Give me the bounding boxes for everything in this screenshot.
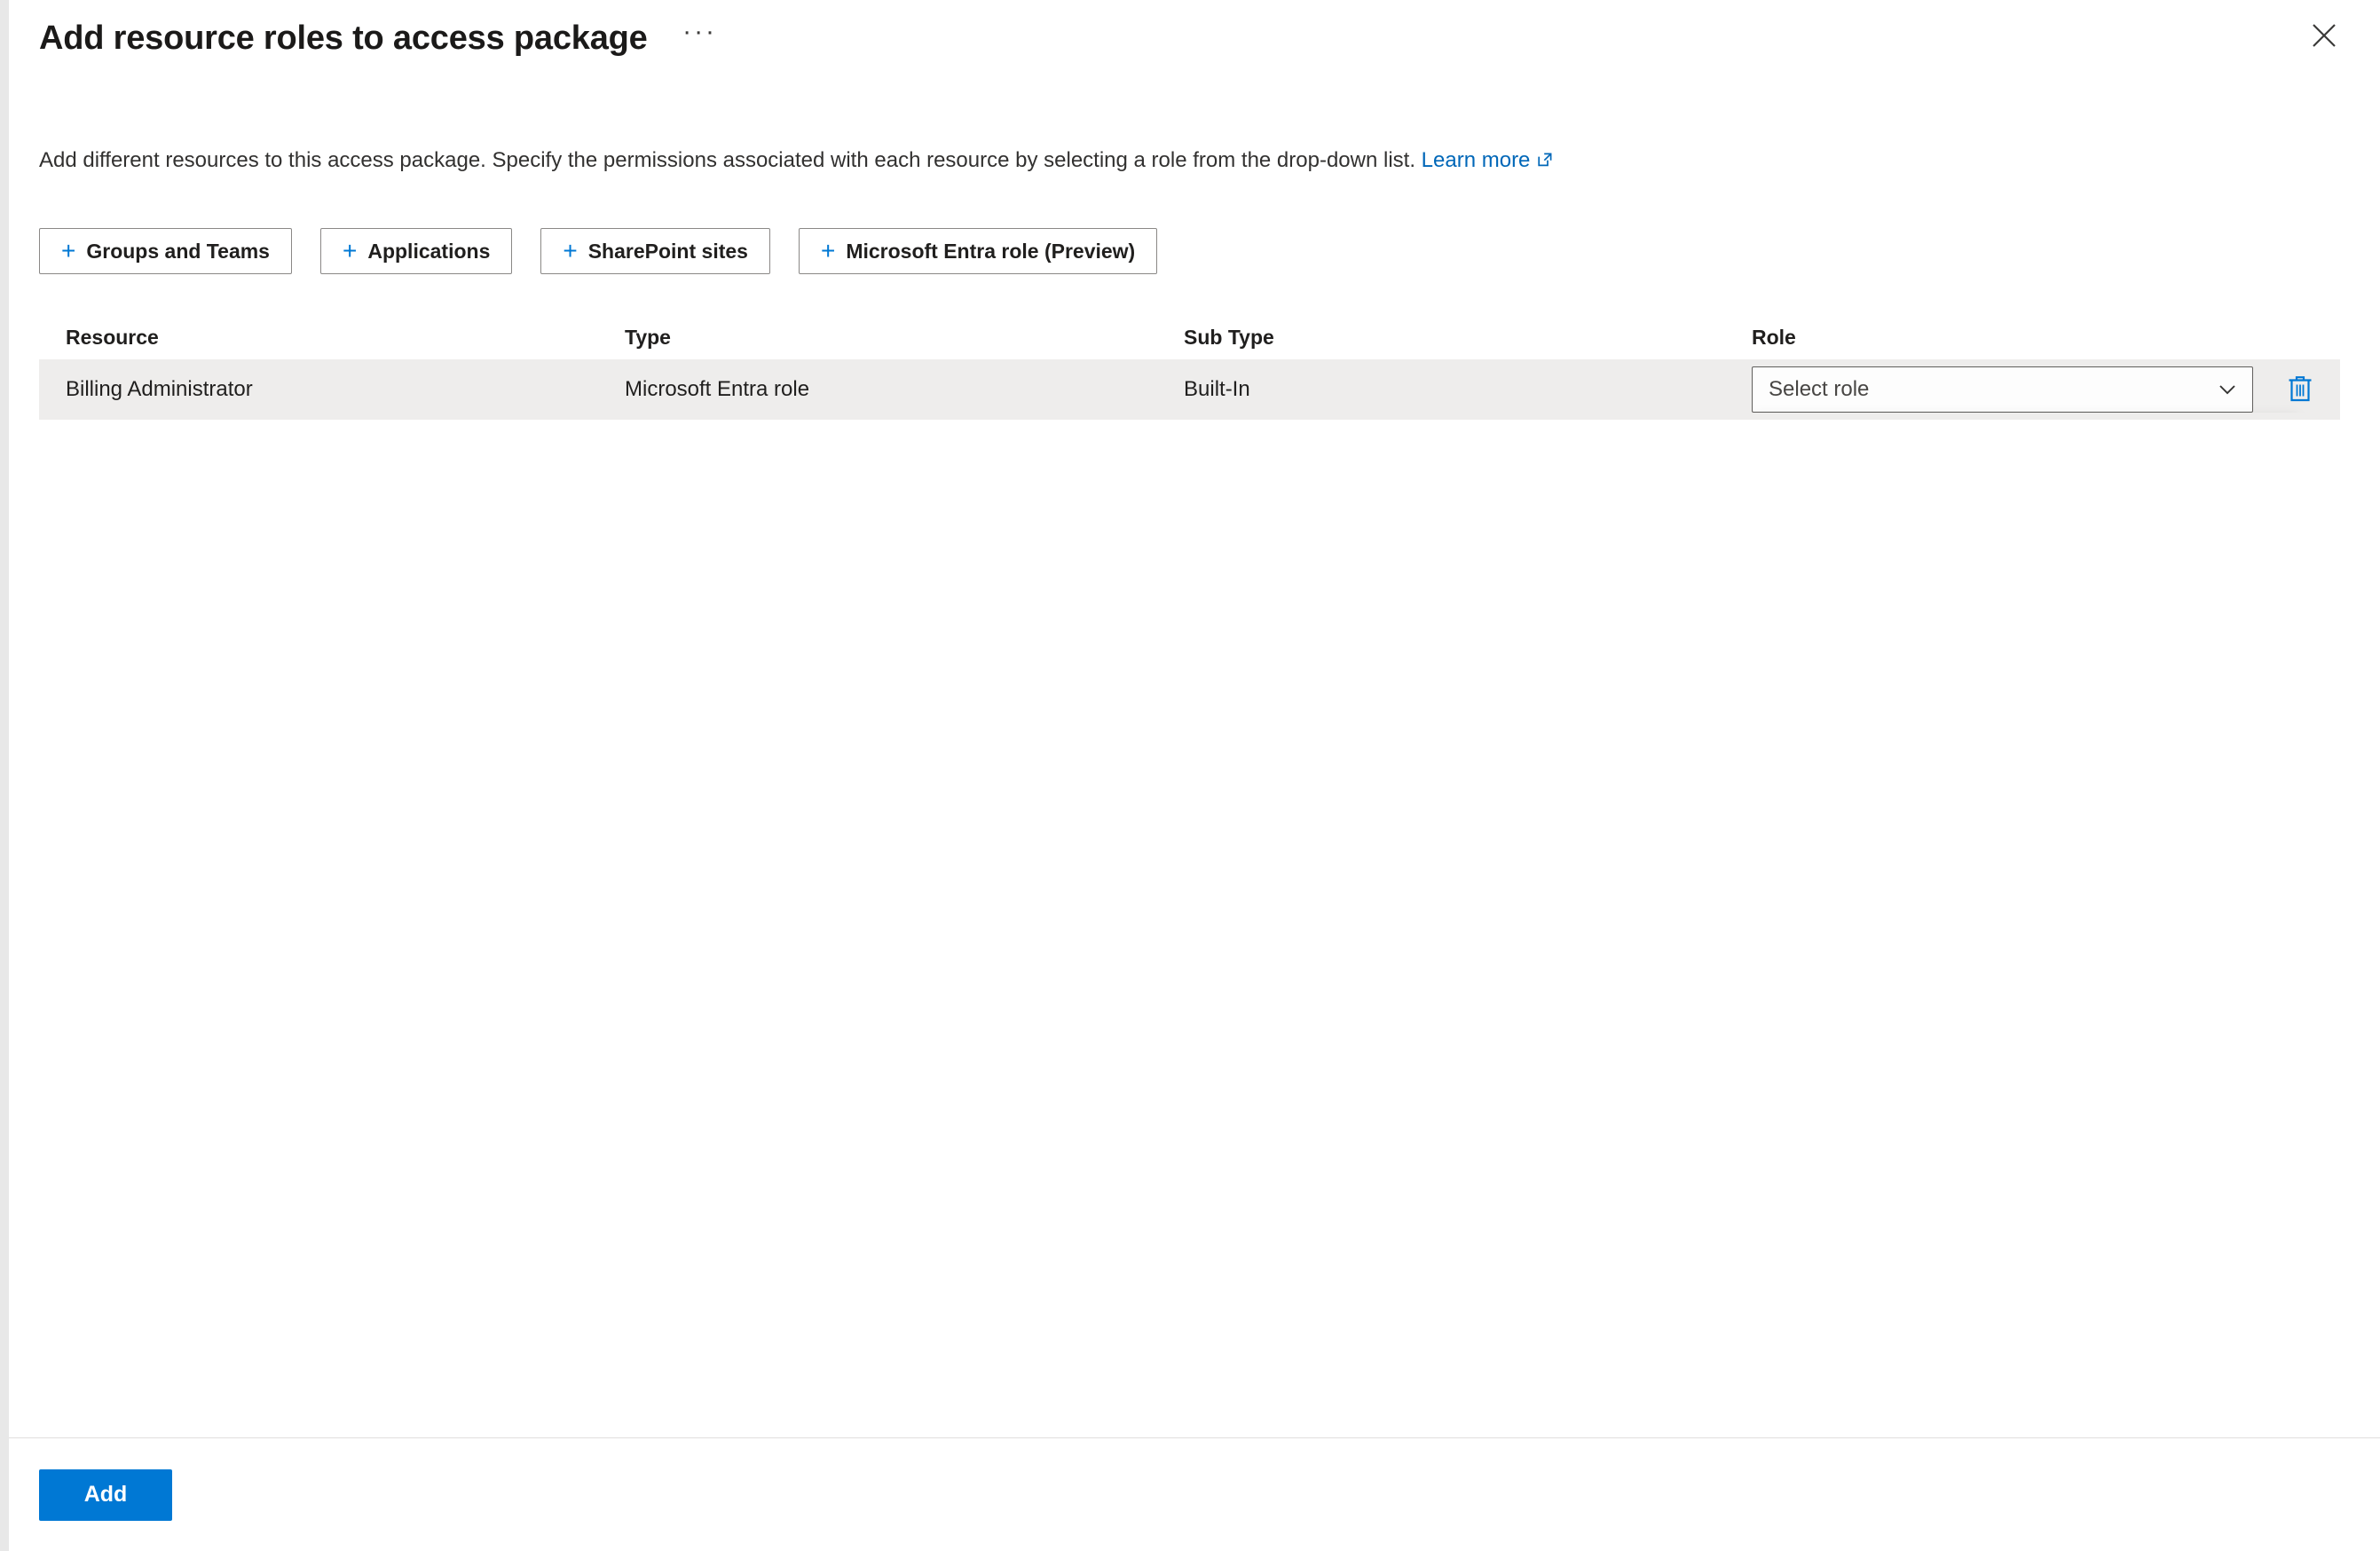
blade-description: Add different resources to this access p… <box>39 146 2380 177</box>
add-groups-and-teams-button[interactable]: + Groups and Teams <box>39 228 292 275</box>
plus-icon: + <box>342 237 358 265</box>
external-link-icon <box>1536 148 1554 177</box>
role-select-trigger[interactable]: Select role <box>1752 366 2254 413</box>
page-title: Add resource roles to access package <box>39 19 648 57</box>
table-header-row: Resource Type Sub Type Role <box>39 315 2340 359</box>
description-text: Add different resources to this access p… <box>39 148 1415 172</box>
cell-type: Microsoft Entra role <box>625 377 810 402</box>
plus-icon: + <box>61 237 76 265</box>
blade-left-edge <box>0 0 9 1551</box>
add-button[interactable]: Add <box>39 1468 172 1521</box>
column-header-sub-type: Sub Type <box>1184 325 1274 349</box>
column-header-type: Type <box>625 325 671 349</box>
cell-resource: Billing Administrator <box>66 377 253 402</box>
add-sharepoint-sites-label: SharePoint sites <box>587 239 748 263</box>
column-header-role: Role <box>1752 325 1796 349</box>
plus-icon: + <box>563 237 578 265</box>
learn-more-link[interactable]: Learn more <box>1422 148 1555 172</box>
more-options-icon[interactable]: ··· <box>676 14 724 62</box>
add-entra-role-button[interactable]: + Microsoft Entra role (Preview) <box>798 228 1158 275</box>
column-header-resource: Resource <box>66 325 159 349</box>
add-sharepoint-sites-button[interactable]: + SharePoint sites <box>540 228 770 275</box>
blade-body: Add different resources to this access p… <box>0 75 2380 1437</box>
cell-role: Select role Active Member Eligible Memb <box>1752 366 2320 413</box>
blade-header: Add resource roles to access package ··· <box>0 0 2380 75</box>
role-select-value: Select role <box>1769 377 1870 402</box>
table-row: Billing Administrator Microsoft Entra ro… <box>39 359 2340 421</box>
trash-icon <box>2287 374 2313 405</box>
add-resource-roles-blade: Add resource roles to access package ···… <box>0 0 2380 1551</box>
close-button[interactable] <box>2295 7 2353 66</box>
learn-more-label: Learn more <box>1421 148 1531 172</box>
add-groups-and-teams-label: Groups and Teams <box>86 239 270 263</box>
resource-roles-table: Resource Type Sub Type Role Billing Admi… <box>39 315 2340 421</box>
close-icon <box>2311 22 2337 51</box>
add-applications-button[interactable]: + Applications <box>319 228 513 275</box>
ellipsis-glyph: ··· <box>682 16 718 46</box>
chevron-down-icon <box>2203 378 2252 401</box>
delete-resource-button[interactable] <box>2280 369 2320 410</box>
blade-footer: Add <box>0 1437 2380 1551</box>
resource-command-bar: + Groups and Teams + Applications + Shar… <box>39 228 2380 275</box>
add-applications-label: Applications <box>367 239 491 263</box>
cell-sub-type: Built-In <box>1184 377 1250 402</box>
plus-icon: + <box>820 237 836 265</box>
add-entra-role-label: Microsoft Entra role (Preview) <box>846 239 1136 263</box>
